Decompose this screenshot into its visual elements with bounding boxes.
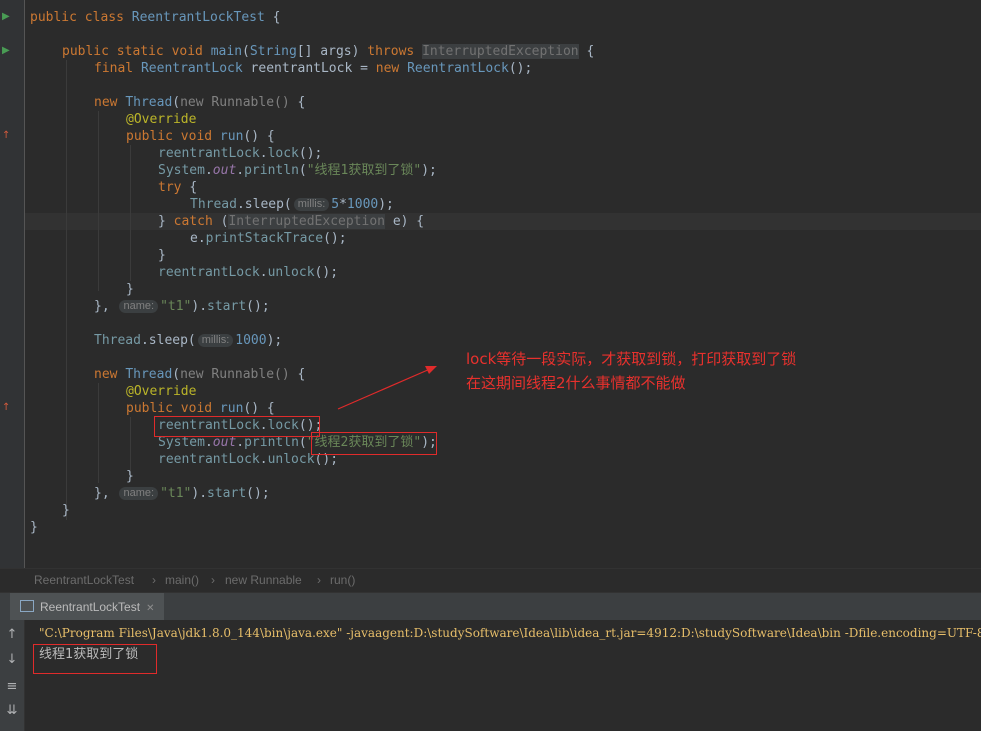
highlight-box-output (33, 644, 157, 674)
code-editor[interactable]: ▶ ▶ ↑ ↑ public class ReentrantLockTest {… (0, 0, 981, 568)
close-icon[interactable]: ✕ (146, 603, 154, 614)
console-output[interactable]: "C:\Program Files\Java\jdk1.8.0_144\bin\… (25, 620, 981, 731)
breadcrumb-separator: › (211, 573, 215, 587)
annotation-line-1: lock等待一段实际，才获取到锁，打印获取到了锁 (466, 350, 797, 368)
run-toolbar: ↑ ↓ ≡ ⇊ (0, 620, 25, 731)
breadcrumb-item-main[interactable]: main() (165, 569, 199, 592)
run-tab[interactable]: ReentrantLockTest ✕ (10, 593, 165, 621)
breadcrumb: ReentrantLockTest › main() › new Runnabl… (0, 568, 981, 592)
breadcrumb-separator: › (152, 573, 156, 587)
breadcrumb-item-runnable[interactable]: new Runnable (225, 569, 302, 592)
breadcrumb-separator: › (317, 573, 321, 587)
breadcrumb-item-run[interactable]: run() (330, 569, 355, 592)
ide-window: ▶ ▶ ↑ ↑ public class ReentrantLockTest {… (0, 0, 981, 731)
annotation-arrow (337, 366, 437, 410)
run-tool-header: ReentrantLockTest ✕ (0, 592, 981, 621)
soft-wrap-icon[interactable]: ≡ (3, 678, 21, 696)
annotation-line-2: 在这期间线程2什么事情都不能做 (466, 374, 686, 392)
arrow-down-icon[interactable]: ↓ (3, 651, 21, 669)
breadcrumb-item-class[interactable]: ReentrantLockTest (34, 569, 134, 592)
console-command-line: "C:\Program Files\Java\jdk1.8.0_144\bin\… (39, 626, 981, 640)
annotation-note: lock等待一段实际，才获取到锁，打印获取到了锁 在这期间线程2什么事情都不能做 (466, 347, 796, 395)
arrow-up-icon[interactable]: ↑ (3, 626, 21, 644)
console-icon (20, 600, 34, 612)
run-tab-label: ReentrantLockTest (40, 600, 141, 614)
scroll-to-end-icon[interactable]: ⇊ (3, 702, 21, 720)
